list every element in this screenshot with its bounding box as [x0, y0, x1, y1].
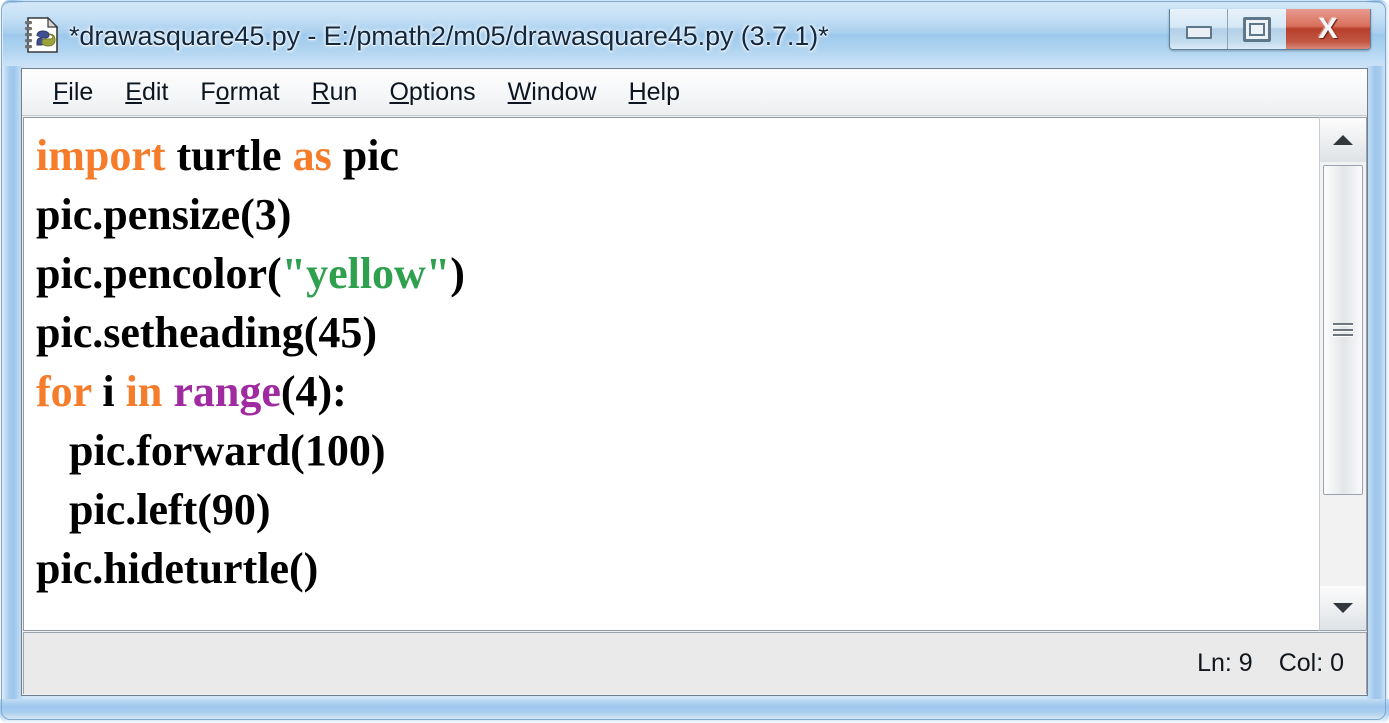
maximize-icon	[1243, 16, 1271, 42]
close-icon: X	[1318, 12, 1338, 45]
source-code[interactable]: import turtle as pic pic.pensize(3) pic.…	[36, 126, 465, 598]
code-token-keyword: in	[125, 367, 163, 416]
column-indicator: Col: 0	[1278, 649, 1344, 677]
triangle-up-icon	[1333, 135, 1353, 145]
menu-item-edit[interactable]: Edit	[109, 76, 184, 109]
scrollbar-up-button[interactable]	[1320, 118, 1366, 162]
menu-item-format[interactable]: Format	[184, 76, 295, 109]
window-border-left	[0, 0, 22, 723]
code-token-builtin: range	[173, 367, 281, 416]
scrollbar-grip-icon	[1333, 323, 1353, 337]
minimize-button[interactable]	[1170, 9, 1228, 49]
menu-item-options[interactable]: Options	[373, 76, 491, 109]
code-token-string: "yellow"	[281, 249, 451, 298]
code-token-keyword: import	[36, 131, 166, 180]
scrollbar-thumb[interactable]	[1323, 165, 1363, 495]
editor-vertical-scrollbar[interactable]	[1319, 117, 1367, 631]
scrollbar-down-button[interactable]	[1320, 586, 1366, 630]
maximize-button[interactable]	[1228, 9, 1286, 49]
python-idle-file-icon	[25, 16, 59, 53]
menu-item-help[interactable]: Help	[613, 76, 696, 109]
menu-item-window[interactable]: Window	[492, 76, 613, 109]
close-button[interactable]: X	[1286, 9, 1370, 49]
code-token-keyword: as	[292, 131, 332, 180]
menu-item-file[interactable]: File	[37, 76, 109, 109]
window-border-right	[1367, 0, 1389, 723]
status-bar: Ln: 9 Col: 0	[23, 632, 1367, 694]
line-indicator: Ln: 9	[1197, 649, 1253, 677]
minimize-icon	[1185, 26, 1212, 39]
code-editor-pane[interactable]: import turtle as pic pic.pensize(3) pic.…	[23, 117, 1319, 631]
menu-bar: File Edit Format Run Options Window Help	[22, 69, 1367, 116]
idle-editor-window: *drawasquare45.py - E:/pmath2/m05/drawas…	[0, 0, 1389, 723]
window-caption-buttons: X	[1169, 9, 1371, 50]
window-client-area: File Edit Format Run Options Window Help…	[21, 68, 1368, 696]
triangle-down-icon	[1333, 603, 1353, 613]
title-bar[interactable]: *drawasquare45.py - E:/pmath2/m05/drawas…	[3, 3, 1386, 66]
code-token-keyword: for	[36, 367, 92, 416]
menu-item-run[interactable]: Run	[296, 76, 374, 109]
window-border-bottom	[0, 699, 1389, 723]
window-title: *drawasquare45.py - E:/pmath2/m05/drawas…	[69, 21, 829, 51]
